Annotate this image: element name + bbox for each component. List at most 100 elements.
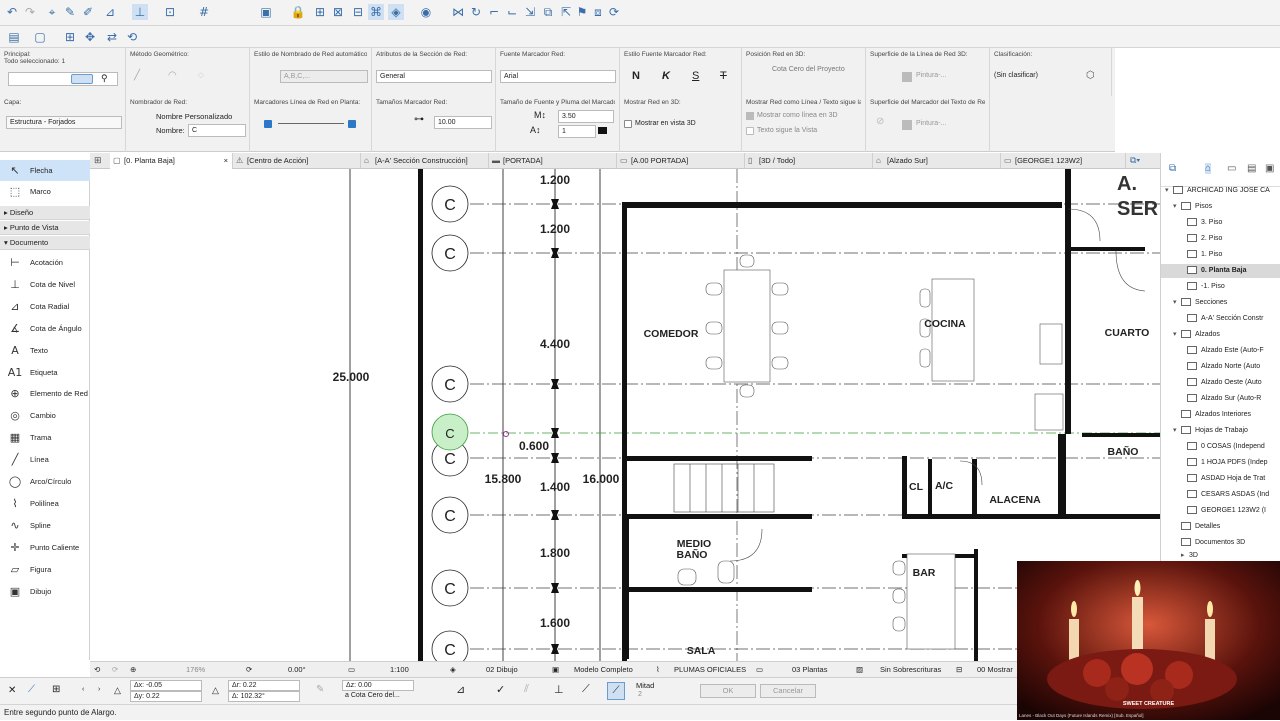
tool-flecha[interactable]: ↖ Flecha [0,160,90,181]
close-icon[interactable]: × [224,153,228,169]
snap-icon[interactable]: ⊡ [162,4,178,20]
offset-icon[interactable]: ⧉ [540,4,556,20]
group-icon[interactable]: ▣ [258,4,274,20]
tool-marco[interactable]: ⬚ Marco [0,181,90,202]
tool-item[interactable]: ✛ Punto Caliente [0,537,90,558]
arrow-left-icon[interactable]: ‹ [82,686,84,693]
pick-up-icon[interactable]: ⌖ [44,4,60,20]
marker-size-field[interactable]: 10.00 [434,116,492,129]
tool-item[interactable]: ⊢ Acotación [0,252,90,273]
nav-secciones[interactable]: ▾ Secciones [1173,296,1227,310]
overrides-icon[interactable]: ▨ [856,662,863,678]
redo-zoom-icon[interactable]: ⟳ [112,662,118,678]
nav-elevation[interactable]: Alzado Oeste (Auto [1187,376,1262,390]
tab-grid-icon[interactable]: ⊞ [94,155,102,166]
special-snap-icon[interactable]: ⟋ [607,682,625,700]
tab-3d[interactable]: ▯ [3D / Todo] [745,153,873,169]
tool-item[interactable]: ⊿ Cota Radial [0,296,90,317]
refresh-icon[interactable]: ⟳ [606,4,622,20]
trim-icon[interactable]: ⊠ [330,4,346,20]
floor-plan-svg[interactable]: 1.200 1.200 4.400 0.600 1.400 1.800 1.60… [90,169,1160,661]
grid-icon[interactable]: # [196,4,212,20]
strikethrough-button[interactable]: T [720,70,727,82]
naming-mode-dropdown[interactable]: Nombre Personalizado [156,112,232,121]
scale-value[interactable]: 1:100 [390,662,409,678]
fit-icon[interactable]: ⊞ [62,29,78,45]
adjust-icon[interactable]: ⇲ [522,4,538,20]
tool-item[interactable]: ∿ Spline [0,515,90,536]
renovation-icon[interactable]: ⊟ [956,662,962,678]
classification-value[interactable]: (Sin clasificar) [994,72,1038,79]
close-icon[interactable]: ✕ [8,685,16,696]
dx-field[interactable]: Δx: -0.05 [130,680,202,691]
split-icon[interactable]: ⊟ [350,4,366,20]
view-map-icon[interactable]: ▭ [1227,163,1236,174]
bold-button[interactable]: N [632,70,640,82]
parallel-icon[interactable]: ⫽ [524,683,529,696]
pen-field[interactable]: 1 [558,125,596,138]
guide-line-icon[interactable]: ⊥ [132,4,148,20]
circle-method-icon[interactable]: ◌ [198,70,204,81]
position-3d-value[interactable]: Cota Cero del Proyecto [772,66,862,73]
nav-floor[interactable]: 1. Piso [1187,248,1222,262]
dr-field[interactable]: Δr: 0.22 [228,680,300,691]
snap-divisor[interactable]: 2 [638,691,642,698]
renovation-value[interactable]: 00 Mostrar [977,662,1013,678]
font-dropdown[interactable]: Arial [500,70,616,83]
tool-item[interactable]: ∡ Cota de Ángulo [0,318,90,339]
nav-worksheet[interactable]: GEORGE1 123W2 (I [1187,504,1266,518]
zoom-icon[interactable]: ⊕ [130,662,136,678]
arrow-right-icon[interactable]: › [98,686,100,693]
tab-alzado-sur[interactable]: ⌂ [Alzado Sur] [873,153,1001,169]
single-grid-icon[interactable] [71,74,93,84]
nav-detalles[interactable]: Detalles [1181,520,1220,534]
nav-floor-selected[interactable]: 0. Planta Baja [1161,264,1280,278]
inject-icon[interactable]: ✐ [80,4,96,20]
tool-item[interactable]: ⊥ Cota de Nivel [0,274,90,295]
check-icon[interactable]: ✓ [496,683,505,696]
overrides-value[interactable]: Sin Sobrescrituras [880,662,941,678]
naming-style-dropdown[interactable]: A,B,C,... [280,70,368,83]
tab-seccion[interactable]: ⌂ [A-A' Sección Construcción] [361,153,489,169]
scale-icon[interactable]: ▭ [348,662,355,678]
zoom-value[interactable]: 176% [186,662,205,678]
model-view-value[interactable]: Modelo Completo [574,662,633,678]
tool-item[interactable]: ◯ Arco/Círculo [0,471,90,492]
nav-section-item[interactable]: A-A' Sección Constr [1187,312,1263,326]
snap-mode-label[interactable]: Mitad [636,681,654,690]
relative-construction-icon[interactable]: ⊞ [52,684,60,695]
undo-zoom-icon[interactable]: ⟲ [94,662,100,678]
tool-item[interactable]: A1 Etiqueta [0,362,90,383]
tab-portada[interactable]: ▬ [PORTADA] [489,153,617,169]
nav-worksheet[interactable]: 1 HOJA PDFS (Indep [1187,456,1268,470]
tool-item[interactable]: ╱ Línea [0,449,90,470]
guide-icon[interactable]: ⊿ [456,683,465,696]
sync-icon[interactable]: ⟲ [124,29,140,45]
angle-field[interactable]: Δ: 102.32° [228,691,300,702]
tool-item[interactable]: ⌇ Polilínea [0,493,90,514]
layout-icon[interactable]: ▤ [6,29,22,45]
stretch-icon[interactable]: ⇱ [558,4,574,20]
tool-item[interactable]: A Texto [0,340,90,361]
layer-combo-icon[interactable]: ◈ [450,662,456,678]
redo-icon[interactable]: ↷ [22,4,38,20]
tab-centro-accion[interactable]: ⚠ [Centro de Acción] [233,153,361,169]
chamfer-icon[interactable]: ⌙ [504,4,520,20]
italic-button[interactable]: K [662,70,670,82]
nav-elevation[interactable]: Alzado Norte (Auto [1187,360,1260,374]
tab-options-icon[interactable]: ⧉▾ [1130,155,1140,166]
pen-color-swatch[interactable] [598,127,607,134]
underline-button[interactable]: S [692,70,699,82]
layer-combo-value[interactable]: 02 Dibujo [486,662,518,678]
text-surface-value[interactable]: Pintura-... [916,120,946,127]
tangent-icon[interactable]: ⟋ [582,683,590,696]
dy-field[interactable]: Δy: 0.22 [130,691,202,702]
orientation-icon[interactable]: ⟳ [246,662,252,678]
ok-button[interactable]: OK [700,684,756,698]
pen-set-value[interactable]: PLUMAS OFICIALES [674,662,746,678]
surface-value[interactable]: Pintura-... [916,72,946,79]
3d-cut-icon[interactable]: ◈ [388,4,404,20]
nav-alzados[interactable]: ▾ Alzados [1173,328,1220,342]
line-3d-checkbox[interactable] [746,112,754,120]
explode-icon[interactable]: ◉ [418,4,434,20]
